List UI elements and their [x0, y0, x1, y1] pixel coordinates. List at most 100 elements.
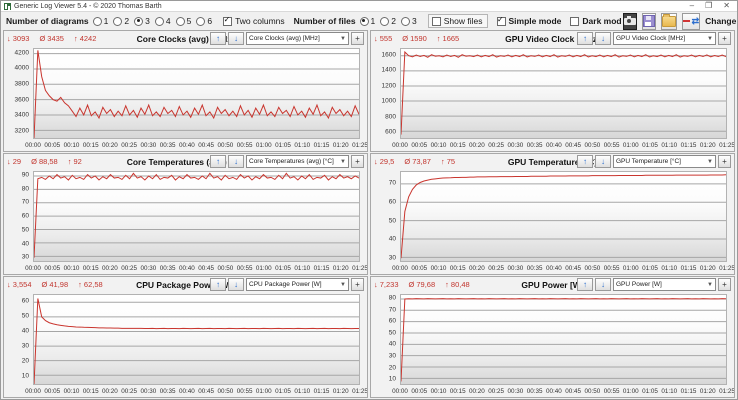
- x-tick-label: 01:10: [661, 142, 678, 149]
- files-radio-2[interactable]: 2: [380, 16, 396, 26]
- chevron-down-icon: ▼: [340, 158, 346, 165]
- chart-area: 600 800 1000 1200 1400 1600 00:00 00:05 00:10 00…: [373, 47, 734, 149]
- chart-canvas: [34, 49, 359, 138]
- dark-mode-checkbox-box[interactable]: [570, 16, 580, 26]
- channel-select-value: CPU Package Power [W]: [249, 281, 322, 288]
- reset-zoom-button[interactable]: ⇄: [681, 12, 701, 30]
- channel-select[interactable]: Core Clocks (avg) [MHz] ▼: [246, 32, 349, 45]
- x-tick-label: 00:30: [507, 388, 524, 395]
- show-files-checkbox-box[interactable]: [431, 16, 441, 26]
- files-radio-3[interactable]: 3: [401, 16, 417, 26]
- plot-area: [33, 294, 360, 385]
- channel-up-button[interactable]: ↑: [210, 32, 226, 45]
- avg-marker-icon: Ø: [41, 280, 48, 289]
- channel-select[interactable]: GPU Power [W] ▼: [613, 278, 716, 291]
- add-channel-button[interactable]: +: [718, 155, 731, 168]
- channel-select[interactable]: CPU Package Power [W] ▼: [246, 278, 349, 291]
- open-folder-button[interactable]: [660, 12, 677, 30]
- x-tick-label: 01:05: [275, 142, 291, 149]
- channel-up-button[interactable]: ↑: [577, 32, 593, 45]
- chart-controls: ↑ ↓ GPU Power [W] ▼ +: [577, 278, 731, 291]
- x-tick-label: 00:00: [25, 265, 41, 272]
- minimize-button[interactable]: –: [690, 2, 694, 10]
- channel-down-button[interactable]: ↓: [228, 32, 244, 45]
- diagrams-radio-circle-3[interactable]: [134, 16, 144, 26]
- min-marker-icon: ↓: [374, 34, 378, 43]
- files-radio-circle-2[interactable]: [380, 16, 390, 26]
- add-channel-button[interactable]: +: [718, 278, 731, 291]
- diagrams-radio-circle-1[interactable]: [92, 16, 102, 26]
- files-radio-group: 1 2 3: [359, 16, 420, 26]
- channel-up-button[interactable]: ↑: [210, 155, 226, 168]
- plot-area: [33, 48, 360, 139]
- x-tick-label: 01:15: [680, 388, 697, 395]
- add-channel-button[interactable]: +: [351, 32, 364, 45]
- diagrams-radio-2[interactable]: 2: [113, 16, 129, 26]
- stat-avg: 73,87: [412, 157, 431, 166]
- diagrams-radio-1[interactable]: 1: [92, 16, 108, 26]
- chart-stats: ↓ 29,5 Ø 73,87 ↑ 75: [374, 157, 455, 166]
- diagrams-radio-circle-4[interactable]: [154, 16, 164, 26]
- chart-panel: Core Clocks (avg) [MHz] ↓ 3093 Ø 3435 ↑ …: [3, 30, 368, 152]
- maximize-button[interactable]: ❐: [705, 2, 712, 10]
- channel-down-button[interactable]: ↓: [228, 278, 244, 291]
- x-tick-label: 01:25: [352, 388, 368, 395]
- chart-stats: ↓ 7,233 Ø 79,68 ↑ 80,48: [374, 280, 470, 289]
- x-tick-label: 00:05: [44, 265, 61, 272]
- diagrams-radio-3[interactable]: 3: [134, 16, 150, 26]
- channel-up-button[interactable]: ↑: [210, 278, 226, 291]
- files-radio-label-1: 1: [370, 16, 376, 26]
- channel-select[interactable]: Core Temperatures (avg) [°C] ▼: [246, 155, 349, 168]
- x-tick-label: 00:45: [565, 388, 581, 395]
- x-tick-label: 01:10: [294, 265, 311, 272]
- two-columns-label: Two columns: [235, 16, 285, 26]
- channel-down-button[interactable]: ↓: [595, 32, 611, 45]
- channel-up-button[interactable]: ↑: [577, 278, 593, 291]
- chart-panel: GPU Temperature [°C] ↓ 29,5 Ø 73,87 ↑ 75…: [370, 153, 735, 275]
- channel-down-button[interactable]: ↓: [595, 155, 611, 168]
- diagrams-radio-circle-5[interactable]: [175, 16, 185, 26]
- files-radio-1[interactable]: 1: [359, 16, 376, 26]
- simple-mode-checkbox-box[interactable]: [496, 15, 506, 26]
- x-tick-label: 00:15: [82, 142, 99, 149]
- x-tick-label: 00:20: [469, 142, 485, 149]
- x-tick-label: 01:25: [719, 388, 735, 395]
- close-button[interactable]: ✕: [723, 2, 730, 10]
- diagrams-radio-4[interactable]: 4: [154, 16, 171, 26]
- files-radio-circle-1[interactable]: [359, 16, 369, 26]
- channel-select[interactable]: GPU Video Clock [MHz] ▼: [613, 32, 716, 45]
- min-marker-icon: ↓: [374, 157, 378, 166]
- y-tick-label: 40: [21, 327, 29, 335]
- files-radio-circle-3[interactable]: [401, 16, 411, 26]
- channel-select[interactable]: GPU Temperature [°C] ▼: [613, 155, 716, 168]
- screenshot-button[interactable]: [622, 12, 637, 30]
- y-tick-label: 60: [21, 212, 29, 220]
- y-tick-label: 4000: [14, 64, 29, 72]
- diagrams-radio-circle-2[interactable]: [113, 16, 123, 26]
- y-tick-label: 30: [21, 342, 29, 350]
- y-tick-label: 50: [21, 226, 29, 234]
- add-channel-button[interactable]: +: [718, 32, 731, 45]
- data-line: [401, 52, 726, 135]
- channel-down-button[interactable]: ↓: [228, 155, 244, 168]
- chevron-down-icon: ▼: [707, 35, 713, 42]
- x-tick-label: 01:15: [313, 142, 330, 149]
- diagrams-radio-circle-6[interactable]: [196, 16, 206, 26]
- add-channel-button[interactable]: +: [351, 155, 364, 168]
- two-columns-checkbox-box[interactable]: [223, 15, 233, 26]
- x-tick-label: 00:00: [392, 142, 408, 149]
- show-files-checkbox[interactable]: Show files: [427, 14, 488, 28]
- dark-mode-checkbox[interactable]: Dark mod: [570, 16, 622, 26]
- simple-mode-checkbox[interactable]: Simple mode: [496, 15, 561, 26]
- save-button[interactable]: [641, 12, 656, 30]
- diagrams-radio-5[interactable]: 5: [175, 16, 191, 26]
- files-label: Number of files: [293, 16, 356, 26]
- stat-max: 80,48: [450, 280, 470, 289]
- channel-up-button[interactable]: ↑: [577, 155, 593, 168]
- channel-down-button[interactable]: ↓: [595, 278, 611, 291]
- stat-min: 29,5: [379, 157, 395, 166]
- diagrams-radio-6[interactable]: 6: [196, 16, 212, 26]
- add-channel-button[interactable]: +: [351, 278, 364, 291]
- chart-canvas: [34, 295, 359, 384]
- two-columns-checkbox[interactable]: Two columns: [223, 15, 285, 26]
